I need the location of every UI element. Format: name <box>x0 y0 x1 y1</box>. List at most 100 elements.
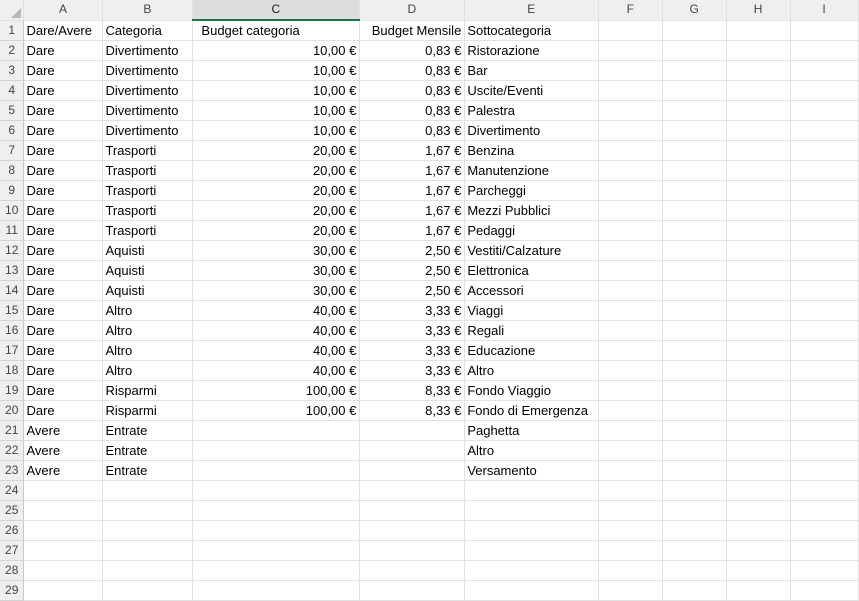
cell-h[interactable] <box>726 40 792 61</box>
cell-h[interactable] <box>726 360 792 381</box>
row-header[interactable]: 5 <box>0 100 25 121</box>
cell-b[interactable]: Aquisti <box>102 280 194 301</box>
cell-i[interactable] <box>790 60 859 81</box>
cell-g[interactable] <box>662 220 728 241</box>
cell-g[interactable] <box>662 540 728 561</box>
cell-c[interactable]: 10,00 € <box>192 100 361 121</box>
cell-d[interactable]: 8,33 € <box>359 380 466 401</box>
cell-g[interactable] <box>662 280 728 301</box>
cell-c[interactable]: 10,00 € <box>192 40 361 61</box>
column-header-f[interactable]: F <box>598 0 664 21</box>
cell-f[interactable] <box>598 340 664 361</box>
cell-i[interactable] <box>790 260 859 281</box>
cell-b[interactable]: Divertimento <box>102 100 194 121</box>
cell-e[interactable]: Divertimento <box>464 120 600 141</box>
cell-f[interactable] <box>598 140 664 161</box>
cell-i[interactable] <box>790 400 859 421</box>
cell-a[interactable]: Dare <box>23 360 104 381</box>
cell-f[interactable] <box>598 300 664 321</box>
cell-b[interactable]: Divertimento <box>102 80 194 101</box>
cell-g[interactable] <box>662 140 728 161</box>
cell-f[interactable] <box>598 100 664 121</box>
cell-g[interactable] <box>662 400 728 421</box>
cell-a[interactable]: Dare <box>23 280 104 301</box>
cell-b[interactable]: Altro <box>102 340 194 361</box>
cell-a[interactable]: Dare <box>23 320 104 341</box>
cell-g[interactable] <box>662 40 728 61</box>
cell-a[interactable]: Dare <box>23 220 104 241</box>
cell-f[interactable] <box>598 420 664 441</box>
cell-e[interactable]: Manutenzione <box>464 160 600 181</box>
cell-f[interactable] <box>598 260 664 281</box>
cell-e[interactable]: Sottocategoria <box>464 20 600 41</box>
cell-a[interactable]: Dare <box>23 380 104 401</box>
cell-e[interactable]: Viaggi <box>464 300 600 321</box>
cell-e[interactable]: Fondo Viaggio <box>464 380 600 401</box>
cell-d[interactable] <box>359 540 466 561</box>
cell-i[interactable] <box>790 220 859 241</box>
cell-a[interactable] <box>23 480 104 501</box>
cell-d[interactable]: 0,83 € <box>359 80 466 101</box>
cell-d[interactable]: 2,50 € <box>359 240 466 261</box>
row-header[interactable]: 23 <box>0 460 25 481</box>
cell-a[interactable]: Dare <box>23 300 104 321</box>
cell-d[interactable]: 8,33 € <box>359 400 466 421</box>
cell-a[interactable]: Dare <box>23 100 104 121</box>
cell-h[interactable] <box>726 440 792 461</box>
cell-i[interactable] <box>790 520 859 541</box>
row-header[interactable]: 13 <box>0 260 25 281</box>
row-header[interactable]: 28 <box>0 560 25 581</box>
cell-d[interactable] <box>359 580 466 601</box>
column-header-e[interactable]: E <box>464 0 600 21</box>
cell-f[interactable] <box>598 400 664 421</box>
cell-h[interactable] <box>726 400 792 421</box>
cell-a[interactable]: Dare <box>23 120 104 141</box>
cell-a[interactable]: Dare <box>23 240 104 261</box>
cell-g[interactable] <box>662 380 728 401</box>
cell-f[interactable] <box>598 360 664 381</box>
cell-d[interactable] <box>359 560 466 581</box>
cell-g[interactable] <box>662 160 728 181</box>
cell-f[interactable] <box>598 320 664 341</box>
cell-h[interactable] <box>726 240 792 261</box>
cell-i[interactable] <box>790 320 859 341</box>
cell-f[interactable] <box>598 380 664 401</box>
row-header[interactable]: 16 <box>0 320 25 341</box>
cell-e[interactable] <box>464 540 600 561</box>
row-header[interactable]: 25 <box>0 500 25 521</box>
cell-e[interactable]: Regali <box>464 320 600 341</box>
cell-a[interactable]: Dare <box>23 200 104 221</box>
cell-f[interactable] <box>598 580 664 601</box>
cell-g[interactable] <box>662 240 728 261</box>
cell-b[interactable]: Entrate <box>102 440 194 461</box>
cell-f[interactable] <box>598 40 664 61</box>
cell-b[interactable] <box>102 500 194 521</box>
cell-c[interactable]: 40,00 € <box>192 320 361 341</box>
cell-c[interactable]: 10,00 € <box>192 60 361 81</box>
cell-e[interactable]: Ristorazione <box>464 40 600 61</box>
cell-b[interactable]: Entrate <box>102 420 194 441</box>
cell-a[interactable] <box>23 580 104 601</box>
cell-c[interactable]: 30,00 € <box>192 260 361 281</box>
cell-h[interactable] <box>726 100 792 121</box>
cell-e[interactable]: Elettronica <box>464 260 600 281</box>
cell-g[interactable] <box>662 260 728 281</box>
cell-d[interactable] <box>359 440 466 461</box>
cell-c[interactable]: 20,00 € <box>192 200 361 221</box>
row-header[interactable]: 22 <box>0 440 25 461</box>
cell-e[interactable]: Paghetta <box>464 420 600 441</box>
cell-h[interactable] <box>726 320 792 341</box>
cell-e[interactable]: Fondo di Emergenza <box>464 400 600 421</box>
cell-g[interactable] <box>662 320 728 341</box>
cell-i[interactable] <box>790 340 859 361</box>
cell-g[interactable] <box>662 440 728 461</box>
cell-h[interactable] <box>726 120 792 141</box>
cell-i[interactable] <box>790 180 859 201</box>
row-header[interactable]: 24 <box>0 480 25 501</box>
cell-g[interactable] <box>662 480 728 501</box>
cell-e[interactable]: Versamento <box>464 460 600 481</box>
cell-h[interactable] <box>726 220 792 241</box>
cell-b[interactable]: Altro <box>102 300 194 321</box>
row-header[interactable]: 10 <box>0 200 25 221</box>
cell-d[interactable]: 3,33 € <box>359 360 466 381</box>
